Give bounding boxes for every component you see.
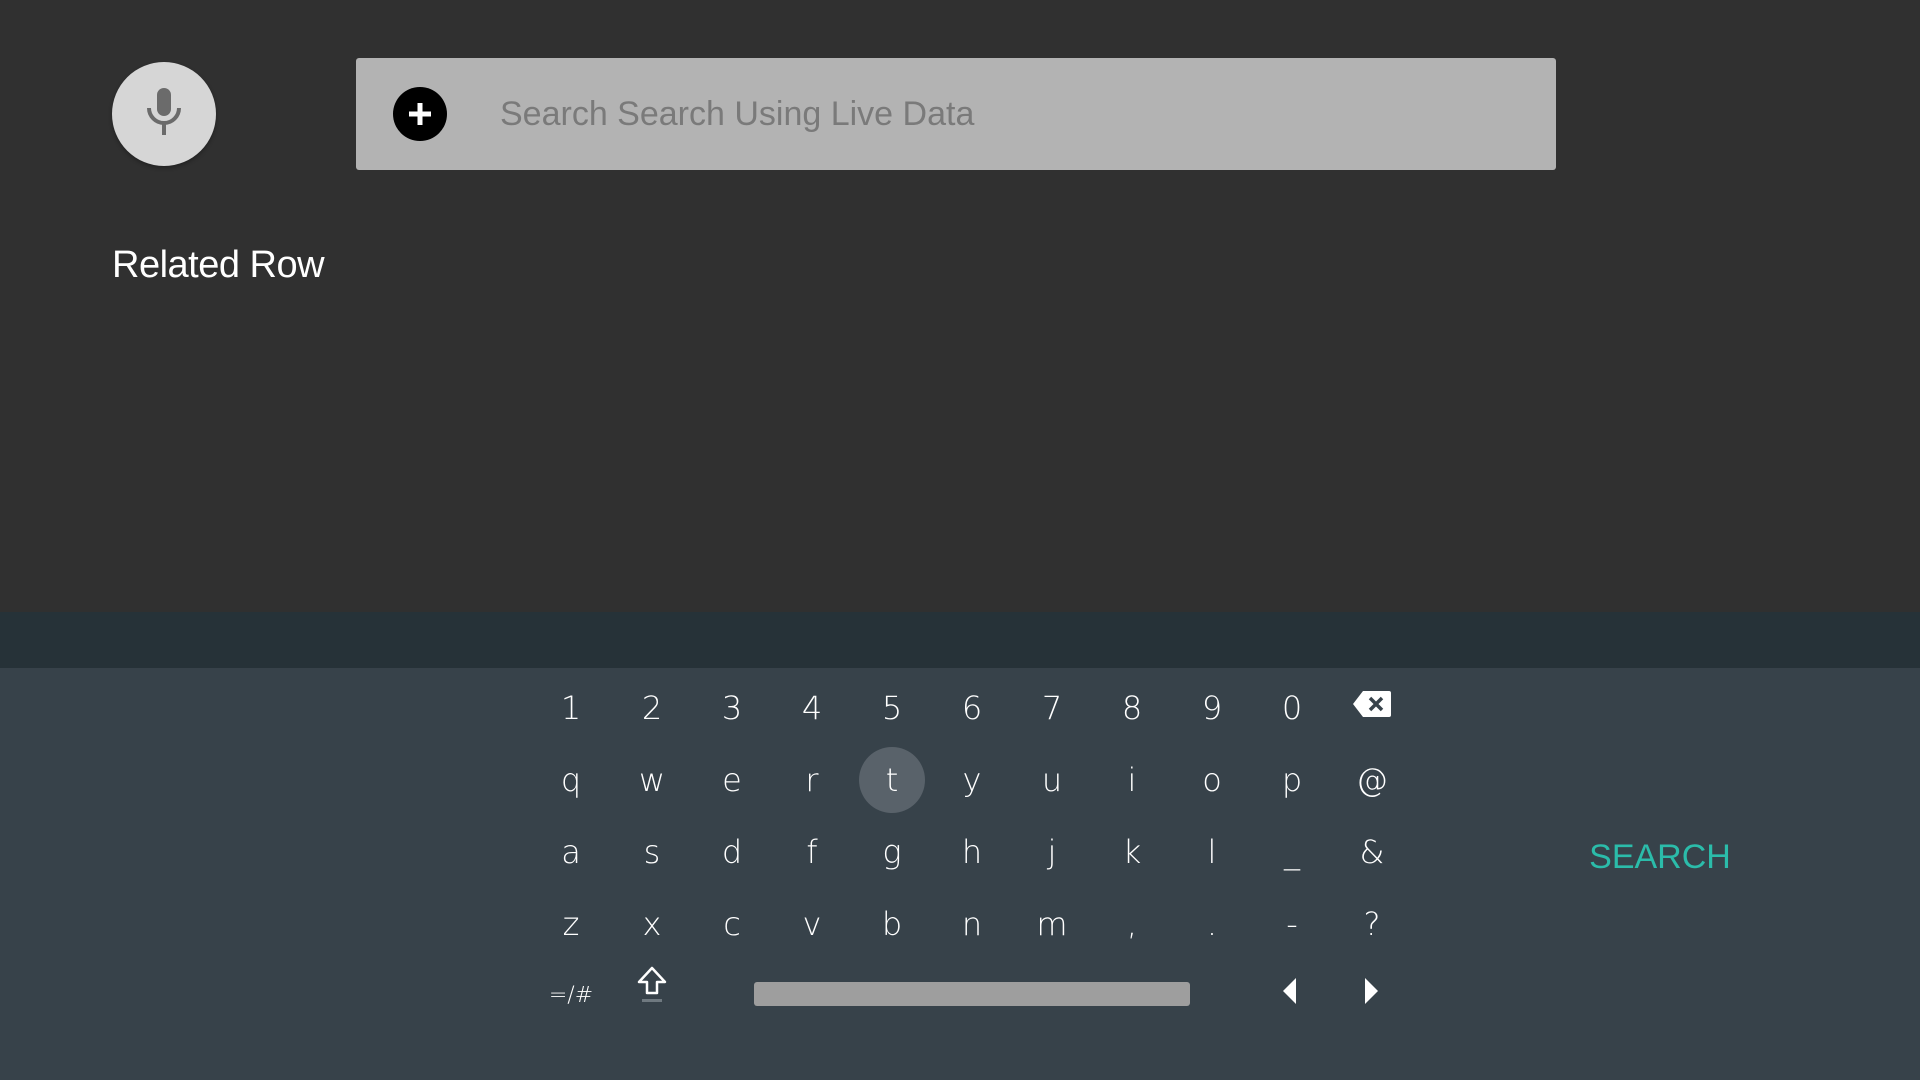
key-row1-0[interactable]: q — [538, 747, 604, 813]
key-row1-6[interactable]: u — [1019, 747, 1085, 813]
key-row1-8[interactable]: o — [1179, 747, 1245, 813]
key-row3-4[interactable]: b — [859, 891, 925, 957]
key-row2-5[interactable]: h — [939, 819, 1005, 885]
key-digits-4[interactable]: 5 — [859, 675, 925, 741]
key-row2-8[interactable]: l — [1179, 819, 1245, 885]
key-row2-1[interactable]: s — [619, 819, 685, 885]
key-row2-2[interactable]: d — [699, 819, 765, 885]
key-row2-4[interactable]: g — [859, 819, 925, 885]
space-bar[interactable] — [754, 982, 1190, 1006]
key-row3-7[interactable]: , — [1099, 891, 1165, 957]
key-row1-9[interactable]: p — [1259, 747, 1325, 813]
key-digits-0[interactable]: 1 — [538, 675, 604, 741]
mic-icon — [142, 86, 186, 143]
key-row1-3[interactable]: r — [779, 747, 845, 813]
search-bar[interactable] — [356, 58, 1556, 170]
key-row3-2[interactable]: c — [699, 891, 765, 957]
key-row3-8[interactable]: . — [1179, 891, 1245, 957]
key-digits-1[interactable]: 2 — [619, 675, 685, 741]
arrow-left-icon — [1279, 976, 1301, 1014]
on-screen-keyboard: 1 2 3 4 5 6 7 8 9 0 q w e r t y u i o p @ a s d f g h j k l _ & z x c v b n m,… — [0, 668, 1920, 1080]
key-row1-2[interactable]: e — [699, 747, 765, 813]
shift-key[interactable] — [619, 956, 685, 1022]
search-input[interactable] — [500, 84, 1556, 144]
voice-search-button[interactable] — [112, 62, 216, 166]
key-row3-6[interactable]: m — [1019, 891, 1085, 957]
key-digits-2[interactable]: 3 — [699, 675, 765, 741]
cursor-right-key[interactable] — [1338, 962, 1404, 1028]
key-digits-9[interactable]: 0 — [1259, 675, 1325, 741]
key-row3-5[interactable]: n — [939, 891, 1005, 957]
key-row1-7[interactable]: i — [1099, 747, 1165, 813]
key-row1-4[interactable]: t — [859, 747, 925, 813]
key-row3-1[interactable]: x — [619, 891, 685, 957]
backspace-icon — [1351, 689, 1393, 727]
symbols-toggle-key[interactable]: =/# — [538, 962, 604, 1028]
shift-icon — [636, 965, 668, 1013]
key-digits-7[interactable]: 8 — [1099, 675, 1165, 741]
row-header: Related Row — [112, 244, 325, 286]
key-row2-10[interactable]: & — [1339, 819, 1405, 885]
key-row2-3[interactable]: f — [779, 819, 845, 885]
key-row3-3[interactable]: v — [779, 891, 845, 957]
key-row1-10[interactable]: @ — [1339, 747, 1405, 813]
key-row3-10[interactable]: ? — [1339, 891, 1405, 957]
key-digits-3[interactable]: 4 — [779, 675, 845, 741]
search-action-button[interactable]: SEARCH — [1580, 832, 1740, 882]
key-row2-9[interactable]: _ — [1259, 819, 1325, 885]
cursor-left-key[interactable] — [1257, 962, 1323, 1028]
key-row3-9[interactable]: - — [1259, 891, 1325, 957]
backspace-key[interactable] — [1339, 675, 1405, 741]
key-digits-8[interactable]: 9 — [1179, 675, 1245, 741]
key-row2-0[interactable]: a — [538, 819, 604, 885]
key-row2-6[interactable]: j — [1019, 819, 1085, 885]
search-screen: Related Row 1234567890 qwertyuiop@ asdfghj… — [0, 0, 1920, 1080]
key-row3-0[interactable]: z — [538, 891, 604, 957]
arrow-right-icon — [1360, 976, 1382, 1014]
keyboard-top-band — [0, 612, 1920, 668]
key-digits-5[interactable]: 6 — [939, 675, 1005, 741]
key-digits-6[interactable]: 7 — [1019, 675, 1085, 741]
key-row1-5[interactable]: y — [939, 747, 1005, 813]
key-row1-1[interactable]: w — [619, 747, 685, 813]
key-row2-7[interactable]: k — [1099, 819, 1165, 885]
plus-icon — [393, 87, 447, 141]
